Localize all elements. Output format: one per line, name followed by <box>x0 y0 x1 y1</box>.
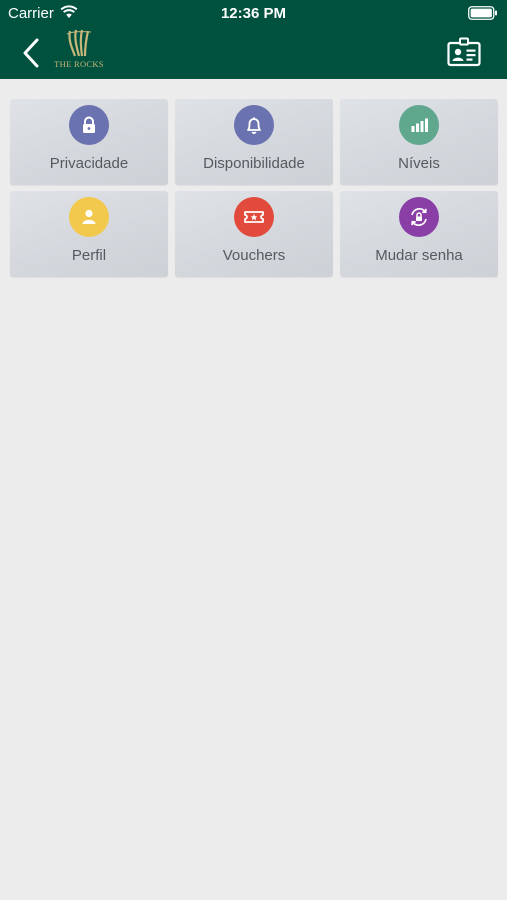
back-button[interactable] <box>16 36 46 70</box>
menu-tile-label: Níveis <box>398 155 440 172</box>
app-header: Carrier 12:36 PM THE ROCKS <box>0 0 507 79</box>
menu-tile-mudar-senha[interactable]: Mudar senha <box>340 191 498 277</box>
signal-bars-icon <box>399 105 439 145</box>
status-time: 12:36 PM <box>220 5 287 22</box>
menu-tile-label: Disponibilidade <box>203 155 305 172</box>
menu-tile-niveis[interactable]: Níveis <box>340 99 498 185</box>
lock-icon <box>69 105 109 145</box>
status-bar: Carrier 12:36 PM <box>0 0 507 28</box>
chevron-left-icon <box>23 38 39 68</box>
the-rocks-logo: THE ROCKS <box>51 28 107 74</box>
menu-tile-label: Vouchers <box>222 247 286 264</box>
content-area: Privacidade Disponibilidade Níveis Perfi… <box>0 79 507 900</box>
menu-tile-disponibilidade[interactable]: Disponibilidade <box>175 99 333 185</box>
menu-tile-privacidade[interactable]: Privacidade <box>10 99 168 185</box>
bell-icon <box>234 105 274 145</box>
membership-card-button[interactable] <box>447 37 481 67</box>
menu-tile-perfil[interactable]: Perfil <box>10 191 168 277</box>
id-card-icon <box>447 37 481 67</box>
menu-tile-label: Privacidade <box>49 155 129 172</box>
logo-text: THE ROCKS <box>54 59 104 69</box>
user-icon <box>69 197 109 237</box>
lock-refresh-icon <box>399 197 439 237</box>
menu-grid: Privacidade Disponibilidade Níveis Perfi… <box>10 99 498 277</box>
menu-tile-vouchers[interactable]: Vouchers <box>175 191 333 277</box>
menu-tile-label: Perfil <box>71 247 107 264</box>
battery-icon <box>468 6 498 25</box>
menu-tile-label: Mudar senha <box>375 247 463 264</box>
ticket-icon <box>234 197 274 237</box>
